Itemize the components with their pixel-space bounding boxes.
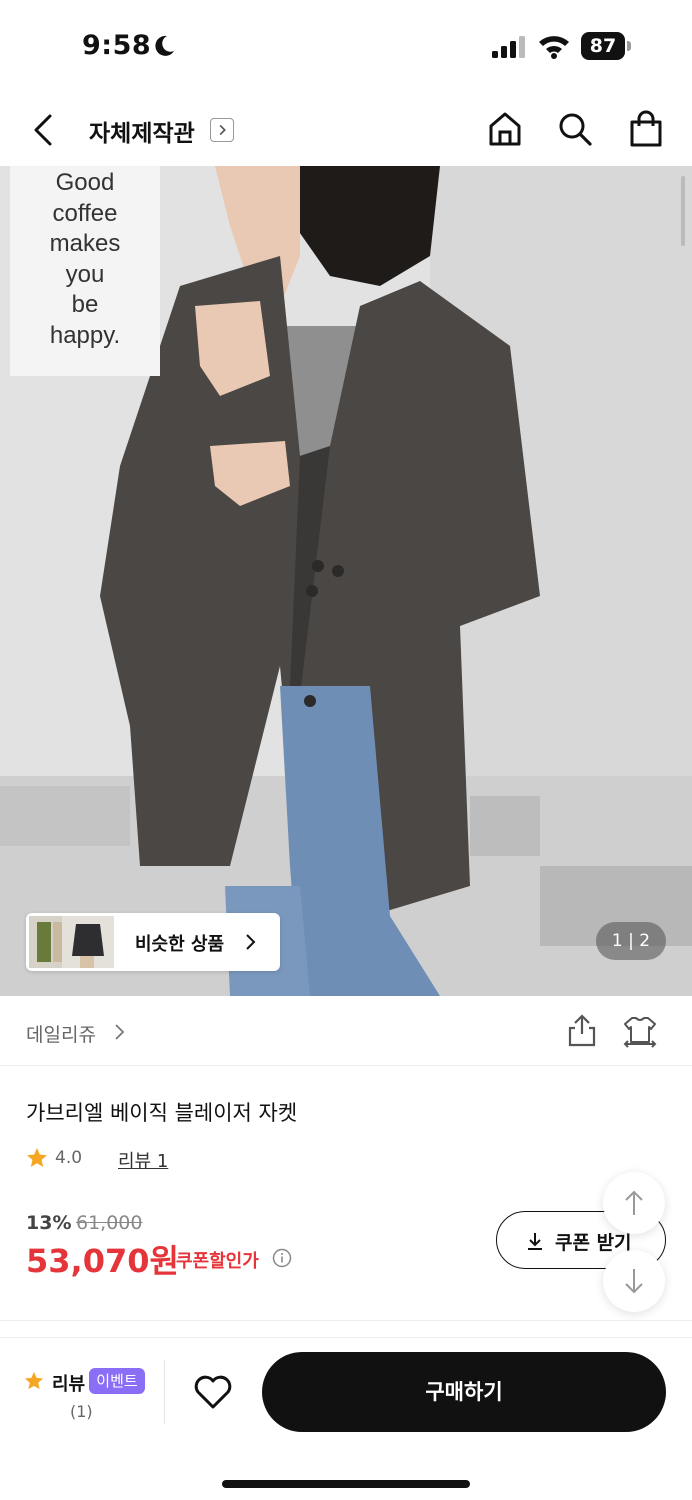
battery-level: 87 (581, 32, 625, 60)
poster-line: Good (55, 169, 115, 196)
chevron-right-icon[interactable] (210, 118, 234, 142)
brand-name[interactable]: 데일리쥬 (26, 1020, 96, 1047)
poster-line: coffee (52, 199, 118, 227)
image-counter: 1 | 2 (596, 922, 666, 960)
similar-products-label: 비슷한 상품 (135, 934, 225, 955)
page-scrollbar[interactable] (681, 176, 685, 246)
buy-button[interactable]: 구매하기 (262, 1352, 666, 1432)
review-count: (1) (70, 1402, 93, 1421)
shopping-bag-icon[interactable] (628, 110, 664, 148)
sale-price: 53,070원 (26, 1242, 179, 1280)
rating-row: 4.0 리뷰 1 (26, 1146, 326, 1173)
review-link[interactable]: 리뷰 1 (118, 1147, 168, 1173)
search-icon[interactable] (557, 110, 593, 148)
battery-indicator: 87 (581, 32, 631, 60)
original-price: 61,000 (76, 1212, 143, 1234)
event-badge: 이벤트 (89, 1368, 145, 1394)
poster-line: be (71, 291, 99, 318)
scroll-to-bottom-button[interactable] (603, 1250, 665, 1312)
arrow-down-icon (625, 1269, 643, 1294)
product-image-carousel[interactable]: Good coffee makes you be happy. (0, 166, 692, 996)
bottom-action-bar: 리뷰 이벤트 (1) 구매하기 (0, 1338, 692, 1500)
moon-icon (155, 35, 174, 56)
star-icon (27, 1148, 47, 1167)
cellular-signal-icon (492, 36, 525, 58)
poster-line: makes (49, 230, 121, 257)
chevron-right-icon[interactable] (112, 1022, 126, 1042)
divider (164, 1360, 165, 1424)
compare-icon[interactable] (622, 1014, 658, 1048)
info-icon[interactable] (272, 1248, 292, 1268)
review-event-button[interactable]: 리뷰 이벤트 (1) (24, 1368, 154, 1428)
poster-line: you (65, 260, 105, 288)
status-time: 9:58 (82, 30, 152, 61)
review-label: 리뷰 (52, 1374, 86, 1395)
poster: Good coffee makes you be happy. (10, 166, 160, 376)
battery-tip (627, 41, 631, 51)
chevron-right-icon (246, 934, 256, 950)
star-icon (24, 1371, 44, 1390)
similar-product-thumbnail (62, 916, 114, 968)
brand-row: 데일리쥬 (0, 996, 692, 1066)
scroll-to-top-button[interactable] (603, 1172, 665, 1234)
top-navigation: 자체제작관 (0, 92, 692, 166)
wifi-icon (539, 36, 569, 59)
get-coupon-label: 쿠폰 받기 (555, 1232, 632, 1254)
product-name: 가브리엘 베이직 블레이저 자켓 (26, 1101, 298, 1125)
discount-rate: 13% (26, 1212, 72, 1234)
share-icon[interactable] (566, 1014, 598, 1048)
heart-icon[interactable] (193, 1374, 233, 1410)
home-indicator (222, 1480, 470, 1488)
download-icon (528, 1233, 542, 1250)
back-button[interactable] (26, 110, 62, 150)
arrow-up-icon (625, 1190, 643, 1215)
home-icon[interactable] (487, 110, 523, 148)
shop-title[interactable]: 자체제작관 (89, 114, 195, 148)
rating-value: 4.0 (55, 1148, 83, 1168)
section-divider (0, 1320, 692, 1338)
similar-products-button[interactable]: 비슷한 상품 (26, 913, 280, 971)
poster-line: happy. (49, 321, 121, 349)
coupon-price-label: 쿠폰할인가 (176, 1251, 259, 1272)
discount-row: 13% 61,000 (26, 1212, 326, 1238)
status-bar: 9:58 87 (0, 0, 692, 92)
